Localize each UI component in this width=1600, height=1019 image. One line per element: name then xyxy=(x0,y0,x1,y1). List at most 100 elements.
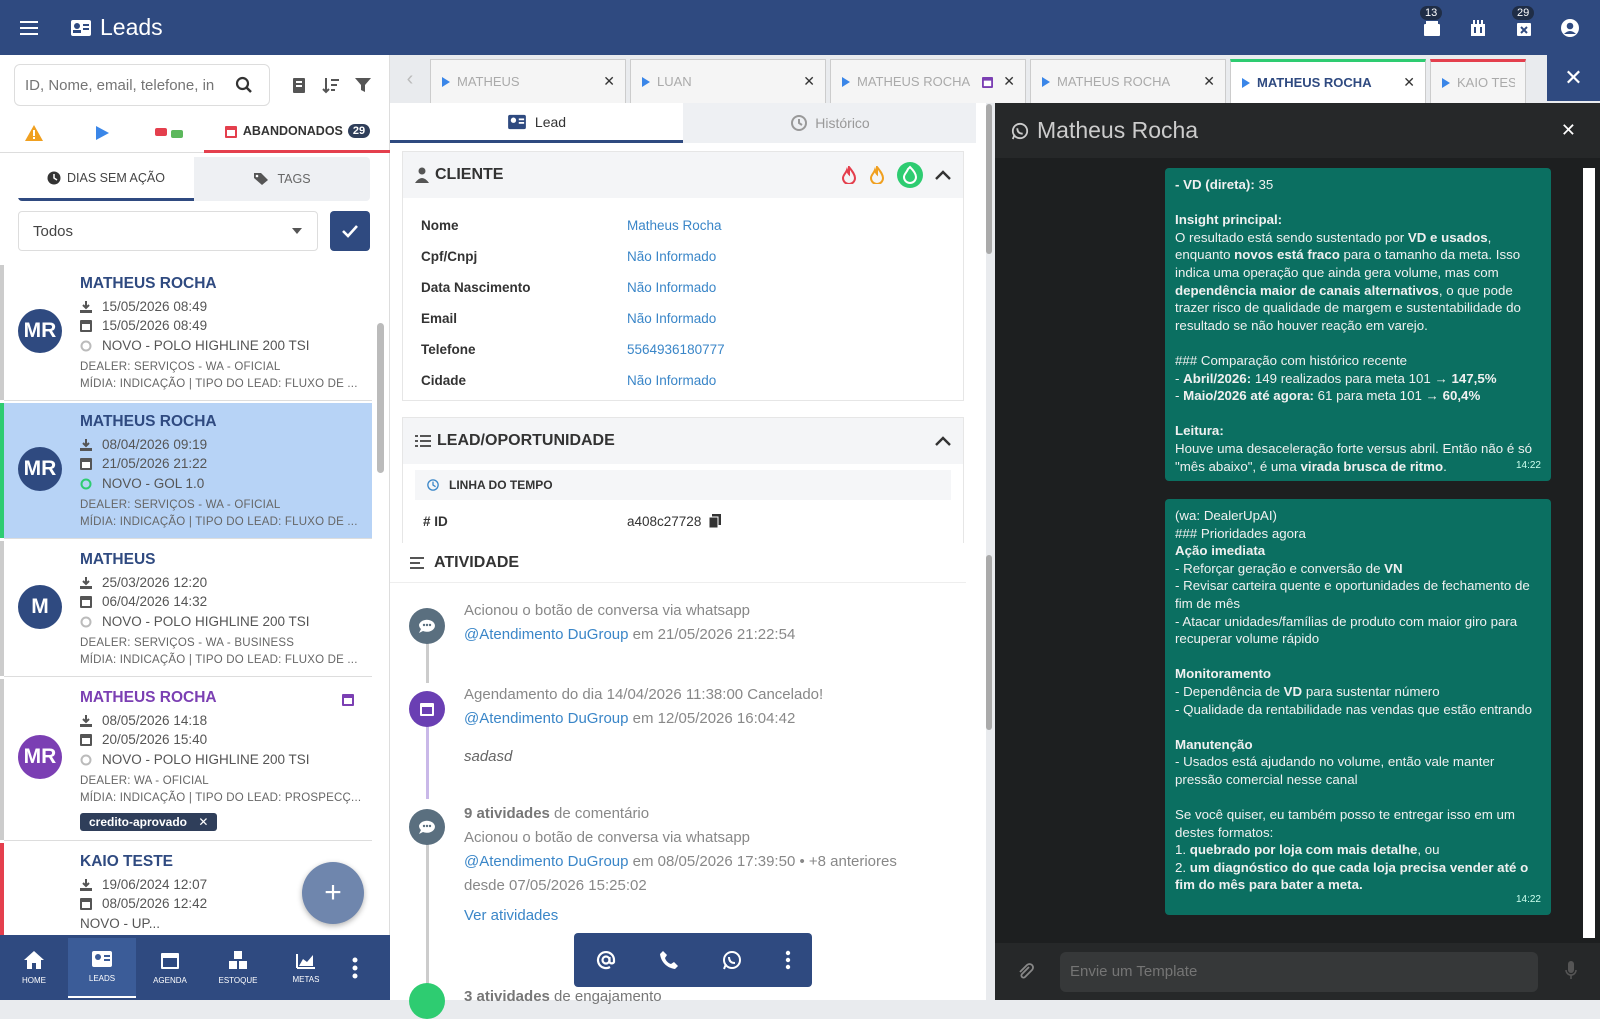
microphone-icon[interactable] xyxy=(1565,961,1577,981)
nav-metas[interactable]: METAS xyxy=(272,938,340,998)
lead-card-icon xyxy=(507,114,527,130)
at-icon[interactable] xyxy=(596,950,616,970)
tab-tags[interactable]: TAGS xyxy=(194,157,370,201)
nav-agenda[interactable]: AGENDA xyxy=(136,938,204,998)
notes-icon[interactable] xyxy=(290,76,308,94)
apply-filter-button[interactable] xyxy=(330,211,370,251)
lead-card-selected[interactable]: MR MATHEUS ROCHA 08/04/2026 09:19 21/05/… xyxy=(0,403,372,539)
field-label: Cpf/Cnpj xyxy=(421,249,478,264)
tab-historico[interactable]: Histórico xyxy=(683,103,976,143)
tab-tags-label: TAGS xyxy=(277,172,311,186)
timeline-header[interactable]: LINHA DO TEMPO xyxy=(415,470,951,500)
nav-more[interactable] xyxy=(340,938,370,998)
inbox-icon[interactable]: 13 xyxy=(1420,5,1443,38)
lead-vehicle-row: NOVO - UP... xyxy=(80,916,160,931)
close-all-tabs-button[interactable]: ✕ xyxy=(1547,55,1600,101)
window-tab[interactable]: MATHEUS ROCHA ✕ xyxy=(830,59,1026,103)
search-icon[interactable] xyxy=(235,76,253,94)
activity-item: Agendamento do dia 14/04/2026 11:38:00 C… xyxy=(464,683,964,769)
close-icon[interactable]: ✕ xyxy=(803,73,815,90)
window-tab[interactable]: LUAN ✕ xyxy=(630,59,826,103)
nav-home[interactable]: HOME xyxy=(0,938,68,998)
phone-icon[interactable] xyxy=(659,950,679,970)
building-icon[interactable] xyxy=(1468,18,1488,38)
tab-play[interactable] xyxy=(68,113,136,153)
detail-scrollbar[interactable] xyxy=(986,104,992,254)
lead-updated: 15/05/2026 08:49 xyxy=(102,318,208,333)
add-lead-button[interactable]: + xyxy=(302,862,364,924)
list-scrollbar[interactable] xyxy=(377,323,384,473)
tag-remove-icon[interactable]: ✕ xyxy=(198,815,208,829)
lead-dealer: DEALER: SERVIÇOS - WA - BUSINESS xyxy=(80,637,295,649)
activity-since: desde 07/05/2026 15:25:02 xyxy=(464,877,647,894)
caret-down-icon xyxy=(291,227,303,235)
nav-leads[interactable]: LEADS xyxy=(68,937,136,998)
field-row: Cpf/Cnpj Não Informado xyxy=(403,241,963,272)
whatsapp-icon[interactable] xyxy=(722,950,742,970)
view-activities-link[interactable]: Ver atividades xyxy=(464,904,964,928)
field-value[interactable]: Não Informado xyxy=(627,373,716,388)
oportunidade-header: LEAD/OPORTUNIDADE xyxy=(403,418,963,464)
close-icon[interactable]: ✕ xyxy=(603,73,615,90)
lead-card[interactable]: MR MATHEUS ROCHA 08/05/2026 14:18 20/05/… xyxy=(0,679,372,841)
calendar-node-icon xyxy=(409,691,445,727)
fire-green-icon[interactable] xyxy=(897,162,923,188)
card-status-bar xyxy=(0,679,4,840)
fire-orange-icon[interactable] xyxy=(869,166,885,184)
filter-icon[interactable] xyxy=(354,76,372,94)
activity-author[interactable]: @Atendimento DuGroup xyxy=(464,710,628,727)
field-value[interactable]: 5564936180777 xyxy=(627,342,725,357)
window-tab[interactable]: KAIO TES xyxy=(1430,59,1526,103)
window-tab[interactable]: MATHEUS ROCHA ✕ xyxy=(1030,59,1226,103)
tab-thumbs[interactable] xyxy=(136,113,204,153)
menu-icon[interactable] xyxy=(20,20,44,36)
lead-list: MR MATHEUS ROCHA 15/05/2026 08:49 15/05/… xyxy=(0,265,374,935)
calendar-icon xyxy=(80,595,92,608)
tab-lead[interactable]: Lead xyxy=(390,103,683,143)
search-box xyxy=(14,64,270,106)
field-value[interactable]: Matheus Rocha xyxy=(627,218,722,233)
field-value[interactable]: Não Informado xyxy=(627,249,716,264)
chevron-up-icon[interactable] xyxy=(935,436,951,446)
days-select[interactable]: Todos xyxy=(18,211,318,251)
list-icon xyxy=(415,434,431,448)
field-value[interactable]: Não Informado xyxy=(627,280,716,295)
sort-icon[interactable] xyxy=(322,76,340,94)
field-label: Email xyxy=(421,311,458,326)
chat-message-input[interactable] xyxy=(1060,951,1538,992)
tab-dias-sem-acao[interactable]: DIAS SEM AÇÃO xyxy=(18,157,194,201)
id-label: # ID xyxy=(423,513,448,529)
copy-icon[interactable] xyxy=(709,514,722,528)
close-icon[interactable]: ✕ xyxy=(1003,73,1015,90)
oportunidade-title: LEAD/OPORTUNIDADE xyxy=(437,432,615,449)
user-circle-icon[interactable] xyxy=(1560,18,1580,38)
field-value[interactable]: Não Informado xyxy=(627,311,716,326)
paperclip-icon[interactable] xyxy=(1017,963,1035,981)
tab-abandonados[interactable]: ABANDONADOS 29 xyxy=(204,113,390,153)
activity-scrollbar[interactable] xyxy=(986,555,992,730)
window-tab-label: LUAN xyxy=(657,74,692,89)
play-icon xyxy=(841,76,851,88)
close-chat-icon[interactable]: ✕ xyxy=(1561,120,1576,141)
window-tab-label: MATHEUS ROCHA xyxy=(857,74,971,89)
window-tab[interactable]: MATHEUS ✕ xyxy=(430,59,626,103)
tab-warning[interactable] xyxy=(0,113,68,153)
calendar-x-icon[interactable]: 29 xyxy=(1512,5,1535,38)
play-icon xyxy=(1041,76,1051,88)
close-icon[interactable]: ✕ xyxy=(1403,74,1415,91)
lead-card[interactable]: M MATHEUS 25/03/2026 12:20 06/04/2026 14… xyxy=(0,541,372,677)
nav-estoque[interactable]: ESTOQUE xyxy=(204,938,272,998)
activity-author[interactable]: @Atendimento DuGroup xyxy=(464,853,628,870)
fire-red-icon[interactable] xyxy=(841,166,857,184)
tabs-prev-icon[interactable]: ‹ xyxy=(390,55,430,103)
chevron-up-icon[interactable] xyxy=(935,170,951,180)
search-input[interactable] xyxy=(25,76,235,94)
tag-chip: credito-aprovado ✕ xyxy=(80,813,218,831)
more-vertical-icon[interactable] xyxy=(785,950,791,970)
window-tab-active[interactable]: MATHEUS ROCHA ✕ xyxy=(1230,59,1426,103)
chat-scrollbar[interactable] xyxy=(1583,168,1595,938)
close-icon[interactable]: ✕ xyxy=(1203,73,1215,90)
lead-card[interactable]: MR MATHEUS ROCHA 15/05/2026 08:49 15/05/… xyxy=(0,265,372,401)
top-bar: Leads 13 29 xyxy=(0,0,1600,55)
activity-author[interactable]: @Atendimento DuGroup xyxy=(464,626,628,643)
